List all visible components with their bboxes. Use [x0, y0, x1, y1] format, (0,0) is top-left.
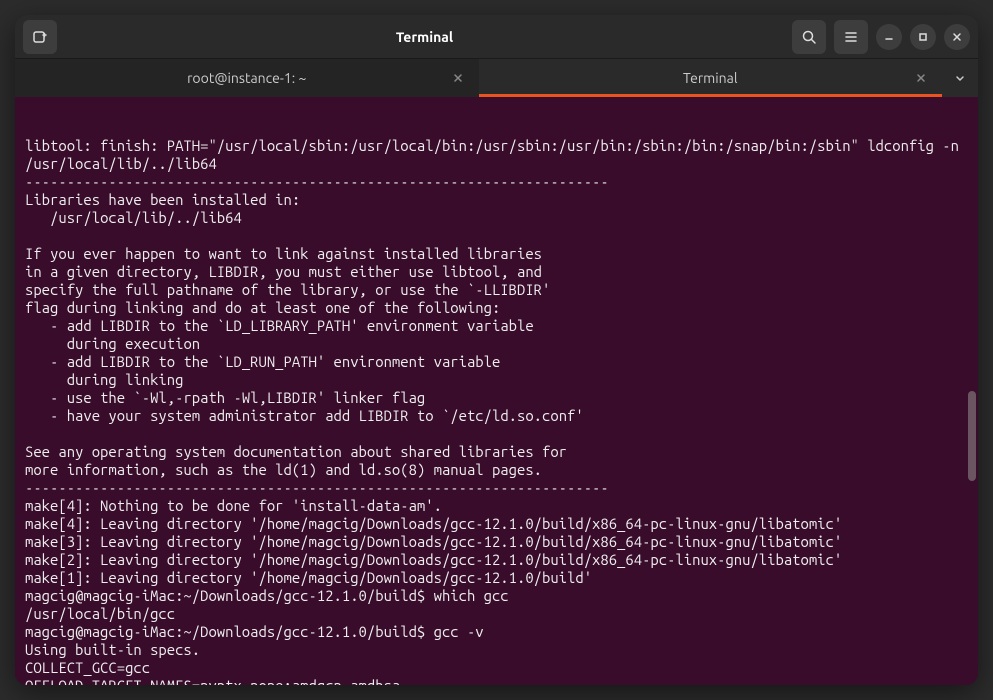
search-icon	[801, 29, 817, 45]
window-title: Terminal	[65, 29, 784, 45]
titlebar: Terminal	[15, 15, 978, 59]
close-button[interactable]	[944, 24, 970, 50]
terminal-window: Terminal	[15, 15, 978, 685]
tab-title: root@instance-1: ~	[15, 70, 479, 86]
maximize-button[interactable]	[910, 24, 936, 50]
new-tab-icon	[32, 29, 48, 45]
tab-1[interactable]: Terminal	[479, 59, 943, 97]
tab-close-button[interactable]	[449, 69, 467, 87]
maximize-icon	[917, 31, 929, 43]
chevron-down-icon	[954, 72, 966, 84]
terminal-output[interactable]: libtool: finish: PATH="/usr/local/sbin:/…	[15, 97, 978, 685]
menu-button[interactable]	[834, 20, 868, 54]
tab-title: Terminal	[479, 70, 943, 86]
close-icon	[916, 73, 926, 83]
titlebar-right	[792, 20, 970, 54]
terminal-text: libtool: finish: PATH="/usr/local/sbin:/…	[25, 137, 968, 685]
search-button[interactable]	[792, 20, 826, 54]
tab-dropdown-button[interactable]	[942, 59, 978, 97]
minimize-icon	[883, 31, 895, 43]
scrollbar-thumb[interactable]	[968, 391, 976, 481]
titlebar-left	[23, 20, 57, 54]
tab-close-button[interactable]	[912, 69, 930, 87]
close-icon	[951, 31, 963, 43]
close-icon	[453, 73, 463, 83]
hamburger-icon	[843, 29, 859, 45]
minimize-button[interactable]	[876, 24, 902, 50]
tabbar: root@instance-1: ~ Terminal	[15, 59, 978, 97]
tab-0[interactable]: root@instance-1: ~	[15, 59, 479, 97]
new-tab-button[interactable]	[23, 20, 57, 54]
